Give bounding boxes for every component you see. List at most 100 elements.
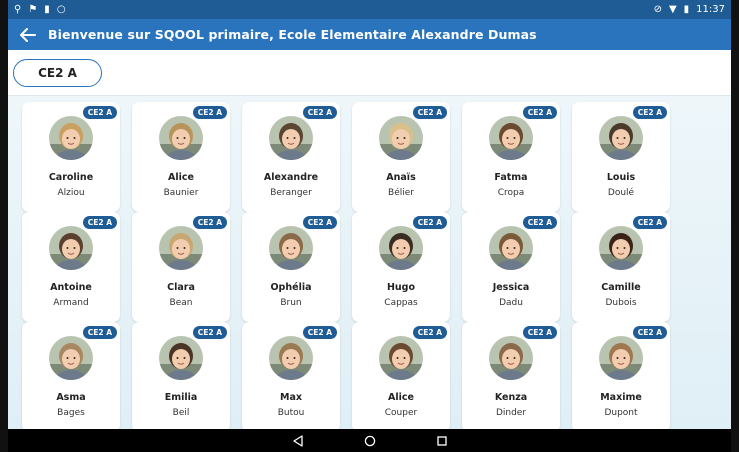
student-last-name: Doulé [607,188,635,198]
student-card[interactable]: CE2 A Alice Baunier [132,102,230,212]
student-first-name: Alexandre [263,172,319,183]
student-last-name: Dupont [604,408,638,418]
tablet-screen: ⚲ ⚑ ▮ ○ ⊘ ▼ ▮ 11:37 Bienvenue sur SQOOL … [8,0,731,452]
student-last-name: Bélier [388,188,414,198]
student-first-name: Asma [56,392,86,403]
student-avatar [379,336,423,380]
class-badge: CE2 A [412,106,447,119]
class-badge: CE2 A [522,216,557,229]
student-card[interactable]: CE2 A Alice Couper [352,322,450,432]
status-left-icons: ⚲ ⚑ ▮ ○ [14,3,66,15]
student-first-name: Jessica [492,282,530,293]
back-icon[interactable] [291,434,305,448]
student-avatar [379,226,423,270]
student-first-name: Alice [168,172,194,183]
battery-icon: ▮ [683,3,690,15]
student-last-name: Brun [280,298,302,308]
do-not-disturb-icon: ⊘ [653,3,662,15]
status-time: 11:37 [696,4,725,15]
student-first-name: Clara [167,282,195,293]
class-badge: CE2 A [192,216,227,229]
student-first-name: Fatma [494,172,528,183]
student-last-name: Cappas [384,298,418,308]
class-badge: CE2 A [192,106,227,119]
class-chip[interactable]: CE2 A [13,58,102,87]
class-badge: CE2 A [632,326,667,339]
class-badge: CE2 A [522,326,557,339]
student-last-name: Dinder [495,408,527,418]
class-badge: CE2 A [192,326,227,339]
recents-icon[interactable] [435,434,449,448]
class-badge: CE2 A [302,326,337,339]
student-avatar [159,116,203,160]
student-last-name: Baunier [163,188,199,198]
student-avatar [599,336,643,380]
student-card[interactable]: CE2 A Kenza Dinder [462,322,560,432]
student-card[interactable]: CE2 A Fatma Cropa [462,102,560,212]
class-badge: CE2 A [82,106,117,119]
student-card[interactable]: CE2 A Maxime Dupont [572,322,670,432]
back-arrow-icon[interactable] [18,25,38,45]
student-first-name: Emilia [164,392,198,403]
student-card[interactable]: CE2 A Hugo Cappas [352,212,450,322]
student-card[interactable]: CE2 A Antoine Armand [22,212,120,322]
student-first-name: Alice [388,392,414,403]
student-last-name: Bages [57,408,85,418]
status-bar: ⚲ ⚑ ▮ ○ ⊘ ▼ ▮ 11:37 [8,0,731,19]
student-last-name: Alziou [57,188,85,198]
location-icon: ⚑ [28,3,38,15]
student-avatar [49,116,93,160]
battery-saver-icon: ▮ [44,3,50,15]
usb-icon: ⚲ [14,3,22,15]
student-card[interactable]: CE2 A Camille Dubois [572,212,670,322]
circle-notification-icon: ○ [56,3,66,15]
student-avatar [379,116,423,160]
student-avatar [49,336,93,380]
student-card[interactable]: CE2 A Anaïs Bélier [352,102,450,212]
student-avatar [159,336,203,380]
class-filter-bar: CE2 A [8,50,731,96]
student-avatar [269,226,313,270]
student-first-name: Louis [606,172,636,183]
home-icon[interactable] [363,434,377,448]
page-title: Bienvenue sur SQOOL primaire, Ecole Elem… [48,27,537,42]
wifi-icon: ▼ [668,3,677,15]
student-first-name: Camille [601,282,641,293]
student-first-name: Antoine [50,282,92,293]
app-bar: Bienvenue sur SQOOL primaire, Ecole Elem… [8,19,731,50]
student-card[interactable]: CE2 A Caroline Alziou [22,102,120,212]
student-first-name: Kenza [494,392,528,403]
student-avatar [159,226,203,270]
student-last-name: Cropa [497,188,525,198]
student-card[interactable]: CE2 A Emilia Beil [132,322,230,432]
student-first-name: Max [280,392,302,403]
student-card[interactable]: CE2 A Ophélia Brun [242,212,340,322]
student-last-name: Dubois [605,298,637,308]
class-badge: CE2 A [82,326,117,339]
student-first-name: Ophélia [270,282,312,293]
student-card[interactable]: CE2 A Clara Bean [132,212,230,322]
student-avatar [489,116,533,160]
student-avatar [599,226,643,270]
class-badge: CE2 A [302,106,337,119]
student-last-name: Bean [169,298,193,308]
student-card[interactable]: CE2 A Alexandre Beranger [242,102,340,212]
student-first-name: Anaïs [386,172,416,183]
student-avatar [489,226,533,270]
class-badge: CE2 A [412,326,447,339]
class-badge: CE2 A [632,106,667,119]
student-last-name: Butou [277,408,305,418]
status-right-icons: ⊘ ▼ ▮ 11:37 [654,4,725,15]
student-card[interactable]: CE2 A Asma Bages [22,322,120,432]
student-last-name: Couper [384,408,418,418]
student-card[interactable]: CE2 A Jessica Dadu [462,212,560,322]
student-last-name: Beranger [270,188,312,198]
student-card[interactable]: CE2 A Louis Doulé [572,102,670,212]
student-first-name: Caroline [48,172,94,183]
student-avatar [269,336,313,380]
class-badge: CE2 A [632,216,667,229]
student-avatar [269,116,313,160]
student-card[interactable]: CE2 A Max Butou [242,322,340,432]
class-badge: CE2 A [522,106,557,119]
student-last-name: Beil [172,408,190,418]
